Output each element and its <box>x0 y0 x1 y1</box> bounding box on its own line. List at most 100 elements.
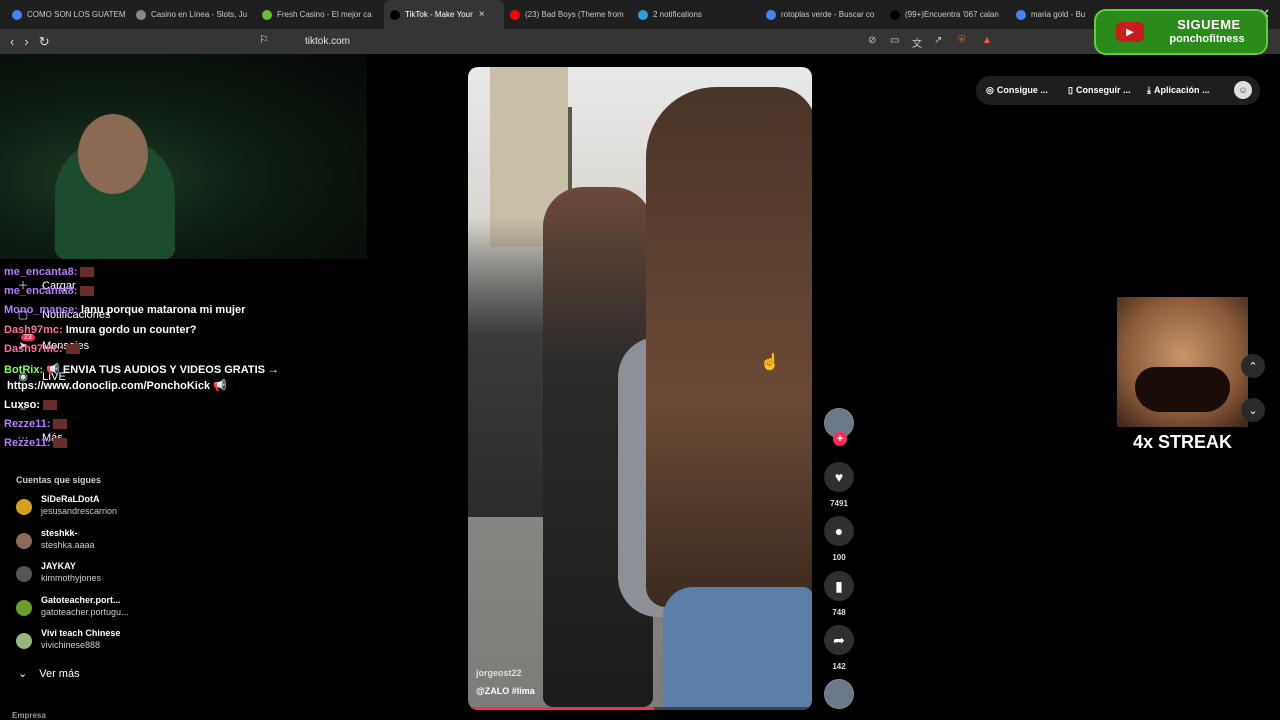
phone-icon: ▯ <box>1068 84 1073 95</box>
company-link[interactable]: Empresa <box>12 711 46 720</box>
following-username: gatoteacher.portugu... <box>41 606 129 617</box>
comment-button[interactable]: ● 100 <box>824 516 854 562</box>
coin-icon: ◎ <box>986 84 994 95</box>
top-action-button[interactable]: ◎ Consigue ... <box>986 79 1048 101</box>
rewards-icon[interactable]: ▲ <box>982 35 992 46</box>
following-username: jesusandrescarrion <box>41 506 118 516</box>
chevron-up-icon: ⌃ <box>1248 360 1258 373</box>
chrome-icon <box>1016 9 1026 20</box>
top-action-label: Conseguir ... <box>1075 85 1131 95</box>
music-disc-image <box>824 679 854 709</box>
following-text: Gatoteacher.port... gatoteacher.portugu..… <box>41 594 129 618</box>
browser-tab[interactable]: COMO SON LOS GUATEM <box>6 0 130 29</box>
browser-tab[interactable]: Casino en Línea - Slots, Ju <box>130 0 256 29</box>
avatar <box>16 499 32 515</box>
chat-username: me_encanta8: <box>4 266 78 278</box>
emote-icon <box>65 344 80 355</box>
forward-icon[interactable]: › <box>24 34 28 49</box>
see-more-button[interactable]: ⌄ Ver más <box>18 667 80 680</box>
follow-overlay: ▶ SIGUEME ponchofitness <box>1094 9 1268 55</box>
top-action-button[interactable]: ▯ Conseguir ... <box>1068 79 1130 101</box>
browser-tab[interactable]: 2 notifications <box>632 0 760 29</box>
following-title: Cuentas que sigues <box>16 475 102 485</box>
chat-text: 📢 ENVIA TUS AUDIOS Y VIDEOS GRATIS → <box>46 364 280 376</box>
chat-username: Dash97mc: <box>4 343 63 355</box>
bookmark-icon[interactable]: ⚐ <box>259 33 269 46</box>
browser-tab[interactable]: maria gold - Bu <box>1010 0 1090 29</box>
previous-video-button[interactable]: ⌃ <box>1241 354 1265 378</box>
chat-message: https://www.donoclip.com/PonchoKick 📢 <box>4 379 227 392</box>
emote-icon <box>80 286 95 297</box>
top-action-label: Aplicación ... <box>1153 85 1210 95</box>
chat-username: Rezze11: <box>4 418 51 430</box>
screen-icon[interactable]: ▭ <box>890 35 899 46</box>
next-video-button[interactable]: ⌄ <box>1241 398 1265 422</box>
avatar <box>16 633 32 649</box>
url-field[interactable]: tiktok.com <box>305 36 350 47</box>
following-username: vivichinese888 <box>41 640 101 650</box>
translate-icon[interactable]: 文 <box>912 35 922 50</box>
following-text: Vivi teach Chinese vivichinese888 <box>41 627 120 651</box>
follow-plus-icon[interactable]: + <box>833 432 847 446</box>
chat-message: BotRix: 📢 ENVIA TUS AUDIOS Y VIDEOS GRATI… <box>4 363 279 376</box>
following-text: steshkk-steshka.aaaa <box>41 527 95 551</box>
chat-username: Rezze11: <box>4 437 51 449</box>
comment-count: 100 <box>832 553 846 562</box>
heart-icon: ♥ <box>824 462 854 492</box>
browser-tab[interactable]: Fresh Casino - El mejor ca <box>256 0 384 29</box>
profile-avatar[interactable]: ☺ <box>1234 81 1252 99</box>
mute-icon[interactable]: ⊘ <box>868 35 876 46</box>
video-progress-bar[interactable] <box>468 707 812 710</box>
video-caption[interactable]: @ZALO #lima <box>476 686 535 696</box>
author-avatar[interactable]: + <box>824 408 854 446</box>
browser-tab[interactable]: (23) Bad Boys (Theme from <box>504 0 632 29</box>
following-item[interactable]: steshkk-steshka.aaaa <box>16 527 95 553</box>
video-player[interactable]: jorgeost22 @ZALO #lima <box>468 67 812 710</box>
following-name: Vivi teach Chinese <box>41 628 121 638</box>
following-name: SiDeRaLDotA <box>41 494 100 504</box>
youtube-icon <box>510 9 520 20</box>
avatar <box>16 532 32 549</box>
following-item[interactable]: Gatoteacher.port... gatoteacher.portugu..… <box>16 594 129 620</box>
following-text: SiDeRaLDotA jesusandrescarrion <box>41 493 117 517</box>
top-action-button[interactable]: ⤓ Aplicación ... <box>1147 79 1210 101</box>
share-icon[interactable]: ↗ <box>934 35 942 46</box>
save-button[interactable]: ▮ 748 <box>824 571 854 617</box>
reload-icon[interactable]: ↻ <box>39 34 50 50</box>
chat-message: me_encanta8: <box>4 266 95 278</box>
chevron-down-icon: ⌄ <box>18 668 28 680</box>
following-item[interactable]: SiDeRaLDotA jesusandrescarrion <box>16 493 117 519</box>
chat-username: Luxso: <box>4 399 41 411</box>
save-count: 748 <box>832 608 846 617</box>
following-username: steshka.aaaa <box>41 539 95 550</box>
following-item[interactable]: Vivi teach Chinese vivichinese888 <box>16 627 120 653</box>
download-icon: ⤓ <box>1147 84 1151 95</box>
emote-icon <box>53 419 68 430</box>
tab-label: (99+)Encuentra '067 calan <box>905 10 999 19</box>
video-author[interactable]: jorgeost22 <box>476 668 522 678</box>
back-icon[interactable]: ‹ <box>10 34 14 49</box>
brave-shield-icon[interactable]: ⛨ <box>958 35 966 46</box>
tab-label: rotoplas verde - Buscar co <box>781 10 875 19</box>
following-username: kimmothyjones <box>41 573 102 583</box>
emote-icon <box>43 400 58 411</box>
chat-text: https://www.donoclip.com/PonchoKick 📢 <box>7 380 227 392</box>
browser-tab[interactable]: TikTok - Make Your × <box>384 0 504 29</box>
telegram-icon <box>638 9 648 20</box>
top-action-label: Consigue ... <box>996 85 1048 95</box>
chevron-down-icon: ⌄ <box>1248 404 1258 417</box>
following-item[interactable]: JAYKAY kimmothyjones <box>16 560 101 586</box>
close-tab-icon[interactable]: × <box>479 9 485 20</box>
tiktok-icon <box>390 9 400 20</box>
tab-label: 2 notifications <box>653 10 702 19</box>
tab-label: maria gold - Bu <box>1031 10 1086 19</box>
chat-text: lanu porque matarona mi mujer <box>80 304 246 316</box>
like-button[interactable]: ♥ 7491 <box>824 462 854 508</box>
browser-tab[interactable]: (99+)Encuentra '067 calan <box>884 0 1010 29</box>
chat-message: Dash97mc: Imura gordo un counter? <box>4 324 196 336</box>
music-disc[interactable] <box>824 679 854 709</box>
streamer-head <box>78 114 148 194</box>
share-button[interactable]: ➦ 142 <box>824 625 854 671</box>
browser-tab[interactable]: rotoplas verde - Buscar co <box>760 0 884 29</box>
tab-label: Fresh Casino - El mejor ca <box>277 10 372 19</box>
